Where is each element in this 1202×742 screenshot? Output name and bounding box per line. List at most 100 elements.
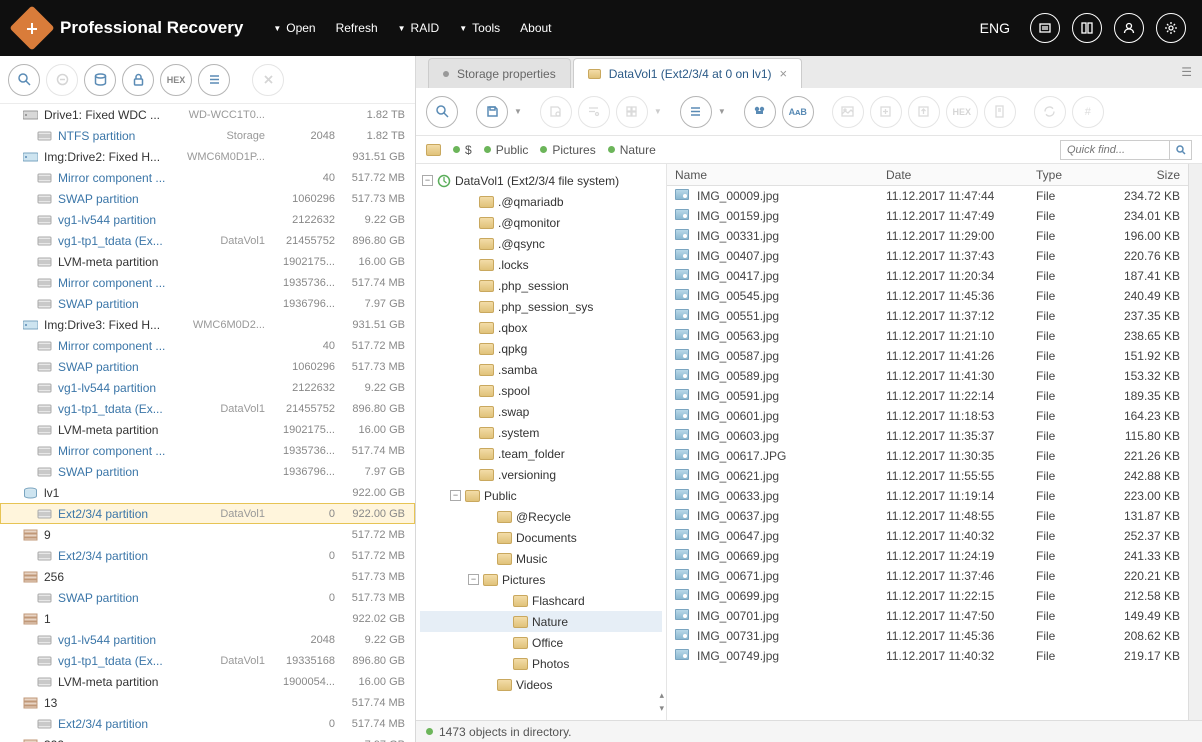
- user-icon[interactable]: [1114, 13, 1144, 43]
- tree-item[interactable]: .qbox: [420, 317, 662, 338]
- tree-item[interactable]: .swap: [420, 401, 662, 422]
- tree-item[interactable]: Photos: [420, 653, 662, 674]
- file-row[interactable]: IMG_00731.jpg11.12.2017 11:45:36File208.…: [667, 626, 1188, 646]
- storage-list[interactable]: Drive1: Fixed WDC ...WD-WCC1T0...1.82 TB…: [0, 104, 415, 742]
- storage-row[interactable]: SWAP partition1936796...7.97 GB: [0, 293, 415, 314]
- lock-button[interactable]: [122, 64, 154, 96]
- file-row[interactable]: IMG_00699.jpg11.12.2017 11:22:15File212.…: [667, 586, 1188, 606]
- import-button[interactable]: [908, 96, 940, 128]
- menu-refresh[interactable]: Refresh: [336, 21, 378, 35]
- storage-row[interactable]: vg1-tp1_tdata (Ex...DataVol119335168896.…: [0, 650, 415, 671]
- file-row[interactable]: IMG_00417.jpg11.12.2017 11:20:34File187.…: [667, 266, 1188, 286]
- file-row[interactable]: IMG_00617.JPG11.12.2017 11:30:35File221.…: [667, 446, 1188, 466]
- search-button[interactable]: [8, 64, 40, 96]
- refresh-view-button[interactable]: [1034, 96, 1066, 128]
- storage-row[interactable]: vg1-lv544 partition21226329.22 GB: [0, 209, 415, 230]
- report-button[interactable]: [984, 96, 1016, 128]
- file-row[interactable]: IMG_00603.jpg11.12.2017 11:35:37File115.…: [667, 426, 1188, 446]
- file-row[interactable]: IMG_00009.jpg11.12.2017 11:47:44File234.…: [667, 186, 1188, 206]
- activity-icon[interactable]: [1030, 13, 1060, 43]
- storage-row[interactable]: Ext2/3/4 partitionDataVol10922.00 GB: [0, 503, 415, 524]
- language-selector[interactable]: ENG: [980, 20, 1010, 36]
- menu-about[interactable]: About: [520, 21, 551, 35]
- storage-row[interactable]: SWAP partition1060296517.73 MB: [0, 356, 415, 377]
- tree-item[interactable]: .@qmonitor: [420, 212, 662, 233]
- scroll-down-icon[interactable]: ▾: [659, 703, 664, 714]
- storage-row[interactable]: 9517.72 MB: [0, 524, 415, 545]
- tree-item[interactable]: Music: [420, 548, 662, 569]
- file-row[interactable]: IMG_00749.jpg11.12.2017 11:40:32File219.…: [667, 646, 1188, 666]
- tab-storage-properties[interactable]: Storage properties: [428, 58, 571, 88]
- file-row[interactable]: IMG_00563.jpg11.12.2017 11:21:10File238.…: [667, 326, 1188, 346]
- view-list-button[interactable]: [680, 96, 712, 128]
- storage-row[interactable]: Mirror component ...1935736...517.74 MB: [0, 272, 415, 293]
- picture-button[interactable]: [832, 96, 864, 128]
- file-row[interactable]: IMG_00637.jpg11.12.2017 11:48:55File131.…: [667, 506, 1188, 526]
- storage-row[interactable]: SWAP partition1936796...7.97 GB: [0, 461, 415, 482]
- folder-tree[interactable]: − DataVol1 (Ext2/3/4 file system) .@qmar…: [416, 164, 666, 720]
- scroll-up-icon[interactable]: ▴: [659, 690, 664, 701]
- tree-pictures[interactable]: − Pictures: [420, 569, 662, 590]
- storage-row[interactable]: LVM-meta partition1900054...16.00 GB: [0, 671, 415, 692]
- file-row[interactable]: IMG_00551.jpg11.12.2017 11:37:12File237.…: [667, 306, 1188, 326]
- file-row[interactable]: IMG_00621.jpg11.12.2017 11:55:55File242.…: [667, 466, 1188, 486]
- tree-item[interactable]: .php_session: [420, 275, 662, 296]
- filter-button[interactable]: [578, 96, 610, 128]
- tree-item[interactable]: Flashcard: [420, 590, 662, 611]
- storage-row[interactable]: Mirror component ...1935736...517.74 MB: [0, 440, 415, 461]
- hex-view-button[interactable]: HEX: [946, 96, 978, 128]
- hash-button[interactable]: #: [1072, 96, 1104, 128]
- volume-button[interactable]: [84, 64, 116, 96]
- tree-item[interactable]: Office: [420, 632, 662, 653]
- file-row[interactable]: IMG_00647.jpg11.12.2017 11:40:32File252.…: [667, 526, 1188, 546]
- file-row[interactable]: IMG_00601.jpg11.12.2017 11:18:53File164.…: [667, 406, 1188, 426]
- menu-open[interactable]: ▼Open: [273, 21, 315, 35]
- storage-row[interactable]: NTFS partitionStorage20481.82 TB: [0, 125, 415, 146]
- storage-row[interactable]: lv1922.00 GB: [0, 482, 415, 503]
- close-tab-icon[interactable]: ×: [780, 66, 788, 81]
- collapse-icon[interactable]: −: [450, 490, 461, 501]
- collapse-icon[interactable]: −: [422, 175, 433, 186]
- file-row[interactable]: IMG_00633.jpg11.12.2017 11:19:14File223.…: [667, 486, 1188, 506]
- crumb-nature[interactable]: Nature: [608, 143, 656, 157]
- hex-button[interactable]: HEX: [160, 64, 192, 96]
- storage-row[interactable]: vg1-tp1_tdata (Ex...DataVol121455752896.…: [0, 398, 415, 419]
- tree-item[interactable]: .spool: [420, 380, 662, 401]
- tree-root[interactable]: − DataVol1 (Ext2/3/4 file system): [420, 170, 662, 191]
- aob-button[interactable]: AᴀB: [782, 96, 814, 128]
- storage-row[interactable]: Img:Drive3: Fixed H...WMC6M0D2...931.51 …: [0, 314, 415, 335]
- quick-find-button[interactable]: [1170, 140, 1192, 160]
- file-row[interactable]: IMG_00587.jpg11.12.2017 11:41:26File151.…: [667, 346, 1188, 366]
- scan-button[interactable]: [426, 96, 458, 128]
- col-name[interactable]: Name: [667, 168, 878, 182]
- export-button[interactable]: [870, 96, 902, 128]
- tabs-menu-icon[interactable]: ☰: [1181, 65, 1192, 79]
- tree-item[interactable]: .@qmariadb: [420, 191, 662, 212]
- crumb-public[interactable]: Public: [484, 143, 529, 157]
- storage-row[interactable]: LVM-meta partition1902175...16.00 GB: [0, 419, 415, 440]
- file-row[interactable]: IMG_00159.jpg11.12.2017 11:47:49File234.…: [667, 206, 1188, 226]
- grid-button[interactable]: [616, 96, 648, 128]
- tree-item[interactable]: .system: [420, 422, 662, 443]
- storage-row[interactable]: Mirror component ...40517.72 MB: [0, 335, 415, 356]
- save-selection-button[interactable]: [540, 96, 572, 128]
- scrollbar[interactable]: [1188, 164, 1202, 720]
- file-list[interactable]: IMG_00009.jpg11.12.2017 11:47:44File234.…: [667, 186, 1188, 720]
- decrypt-button[interactable]: [46, 64, 78, 96]
- storage-row[interactable]: Mirror component ...40517.72 MB: [0, 167, 415, 188]
- file-row[interactable]: IMG_00545.jpg11.12.2017 11:45:36File240.…: [667, 286, 1188, 306]
- col-type[interactable]: Type: [1028, 168, 1088, 182]
- file-row[interactable]: IMG_00671.jpg11.12.2017 11:37:46File220.…: [667, 566, 1188, 586]
- file-row[interactable]: IMG_00591.jpg11.12.2017 11:22:14File189.…: [667, 386, 1188, 406]
- file-row[interactable]: IMG_00669.jpg11.12.2017 11:24:19File241.…: [667, 546, 1188, 566]
- storage-row[interactable]: Ext2/3/4 partition0517.74 MB: [0, 713, 415, 734]
- storage-row[interactable]: Ext2/3/4 partition0517.72 MB: [0, 545, 415, 566]
- settings-icon[interactable]: [1156, 13, 1186, 43]
- file-row[interactable]: IMG_00407.jpg11.12.2017 11:37:43File220.…: [667, 246, 1188, 266]
- file-row[interactable]: IMG_00701.jpg11.12.2017 11:47:50File149.…: [667, 606, 1188, 626]
- tree-item[interactable]: Documents: [420, 527, 662, 548]
- tree-item[interactable]: .team_folder: [420, 443, 662, 464]
- storage-row[interactable]: 13517.74 MB: [0, 692, 415, 713]
- tree-public[interactable]: − Public: [420, 485, 662, 506]
- file-row[interactable]: IMG_00589.jpg11.12.2017 11:41:30File153.…: [667, 366, 1188, 386]
